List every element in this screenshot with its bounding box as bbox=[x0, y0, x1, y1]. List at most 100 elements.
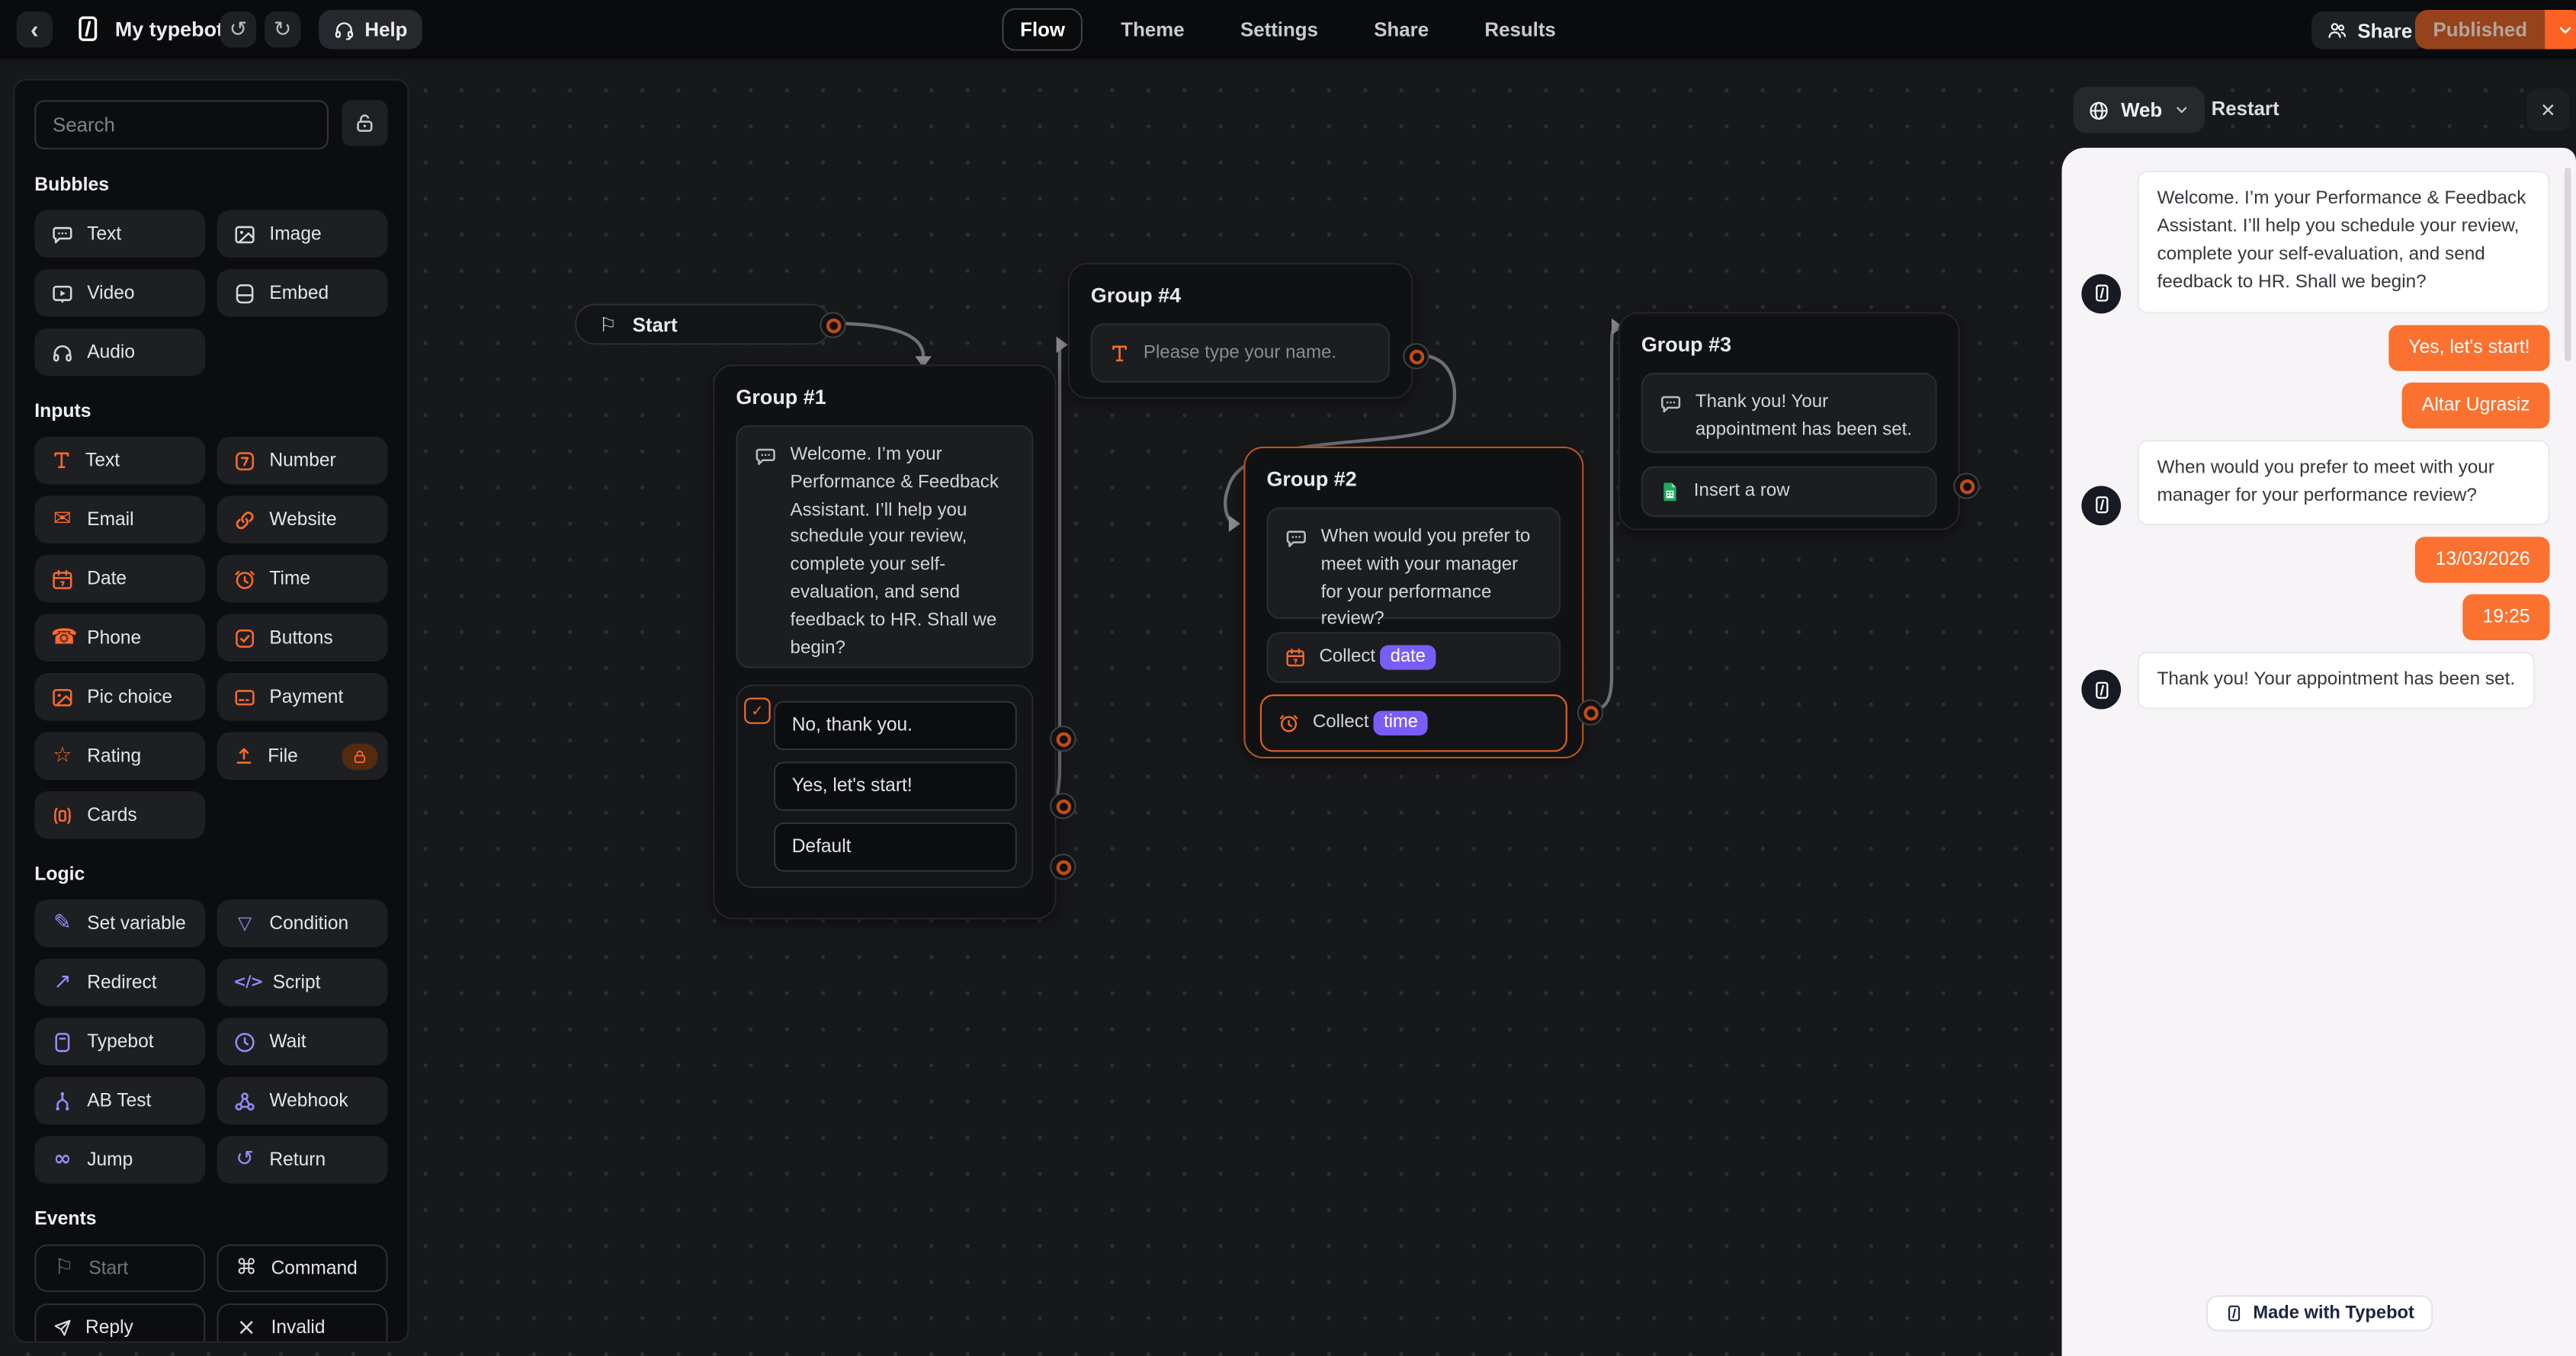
arrow-up-right-icon: ↗ bbox=[53, 970, 72, 995]
workspace-title[interactable]: My typebot bbox=[115, 18, 223, 41]
group-card-1[interactable]: Group #1 Welcome. I’m your Performance &… bbox=[713, 364, 1057, 920]
sidebar-item-phone[interactable]: ☎ Phone bbox=[34, 614, 206, 662]
user-message: 19:25 bbox=[2462, 594, 2550, 640]
group-title: Group #4 bbox=[1090, 284, 1182, 307]
credit-card-icon bbox=[233, 685, 256, 708]
publish-dropdown-button[interactable] bbox=[2545, 9, 2576, 50]
command-icon: ⌘ bbox=[236, 1255, 258, 1281]
sidebar-item-cards[interactable]: Cards bbox=[34, 791, 206, 839]
sidebar-item-webhook[interactable]: Webhook bbox=[217, 1076, 388, 1125]
undo-button[interactable]: ↺ bbox=[220, 11, 257, 48]
start-output-port[interactable] bbox=[820, 312, 846, 338]
sidebar-item-rating[interactable]: ☆ Rating bbox=[34, 732, 206, 781]
sidebar-item-script[interactable]: </> Script bbox=[217, 958, 388, 1007]
share-button[interactable]: Share bbox=[2311, 11, 2427, 50]
date-input-block[interactable]: Collect date bbox=[1266, 632, 1561, 683]
people-icon bbox=[2326, 20, 2347, 41]
group-title: Group #1 bbox=[736, 386, 826, 409]
help-button[interactable]: Help bbox=[319, 9, 422, 50]
typebot-avatar-icon bbox=[2090, 283, 2112, 304]
sidebar-item-email[interactable]: ✉ Email bbox=[34, 495, 206, 543]
tab-theme[interactable]: Theme bbox=[1103, 8, 1203, 51]
jump-icon: ∞ bbox=[53, 1147, 72, 1172]
sidebar-item-website[interactable]: Website bbox=[217, 495, 388, 543]
tab-share[interactable]: Share bbox=[1356, 8, 1447, 51]
search-input[interactable] bbox=[34, 100, 329, 149]
user-message: 13/03/2026 bbox=[2415, 537, 2550, 583]
time-input-block[interactable]: Collect time bbox=[1259, 694, 1567, 752]
sidebar-item-command-event[interactable]: ⌘ Command bbox=[217, 1244, 388, 1293]
choice-item[interactable]: Default bbox=[773, 822, 1017, 872]
group1-option2-port[interactable] bbox=[1050, 793, 1076, 819]
sidebar-item-time[interactable]: Time bbox=[217, 554, 388, 603]
sidebar-item-set-variable[interactable]: ✎ Set variable bbox=[34, 899, 206, 947]
sidebar-item-image[interactable]: Image bbox=[217, 210, 388, 258]
sidebar-item-start-event[interactable]: ⚐ Start bbox=[34, 1244, 206, 1293]
variable-chip-date[interactable]: date bbox=[1380, 645, 1436, 670]
text-bubble-block[interactable]: Thank you! Your appointment has been set… bbox=[1641, 372, 1937, 454]
sidebar-item-return[interactable]: ↺ Return bbox=[217, 1136, 388, 1184]
start-node[interactable]: ⚐ Start bbox=[575, 303, 832, 345]
choice-item[interactable]: No, thank you. bbox=[773, 700, 1017, 751]
text-input-block[interactable]: Please type your name. bbox=[1090, 323, 1391, 383]
sidebar-item-text-input[interactable]: Text bbox=[34, 436, 206, 485]
choice-item[interactable]: Yes, let's start! bbox=[773, 761, 1017, 811]
group3-output-port[interactable] bbox=[1953, 473, 1980, 499]
sidebar-item-wait[interactable]: Wait bbox=[217, 1018, 388, 1066]
group1-option1-port[interactable] bbox=[1050, 725, 1076, 752]
publish-button-group: Published bbox=[2414, 9, 2576, 50]
globe-icon bbox=[2088, 99, 2109, 120]
sidebar-item-video[interactable]: Video bbox=[34, 269, 206, 317]
variable-chip-time[interactable]: time bbox=[1374, 710, 1428, 736]
send-icon bbox=[53, 1317, 72, 1337]
group1-option3-port[interactable] bbox=[1050, 853, 1076, 880]
sheets-action-block[interactable]: Insert a row bbox=[1641, 466, 1937, 518]
group2-output-port[interactable] bbox=[1577, 699, 1604, 726]
sidebar-lock-button[interactable] bbox=[342, 100, 388, 146]
publish-button[interactable]: Published bbox=[2414, 9, 2546, 50]
sidebar-item-buttons[interactable]: Buttons bbox=[217, 614, 388, 662]
sidebar-item-payment[interactable]: Payment bbox=[217, 673, 388, 721]
sidebar-item-file[interactable]: File bbox=[217, 732, 388, 781]
group4-output-port[interactable] bbox=[1403, 343, 1429, 370]
chat-bubble-icon bbox=[1285, 527, 1307, 550]
sidebar-item-reply-event[interactable]: Reply bbox=[34, 1303, 206, 1342]
sidebar-item-pic-choice[interactable]: Pic choice bbox=[34, 673, 206, 721]
back-button[interactable]: ‹ bbox=[16, 11, 53, 48]
redo-button[interactable]: ↻ bbox=[264, 11, 301, 48]
text-bubble-block[interactable]: Welcome. I’m your Performance & Feedback… bbox=[736, 425, 1034, 668]
alarm-clock-icon bbox=[233, 567, 256, 590]
runtime-select[interactable]: Web bbox=[2073, 87, 2205, 133]
made-with-typebot-badge[interactable]: Made with Typebot bbox=[2205, 1295, 2433, 1332]
tab-results[interactable]: Results bbox=[1467, 8, 1574, 51]
sidebar-item-number[interactable]: Number bbox=[217, 436, 388, 485]
sidebar-item-typebot[interactable]: Typebot bbox=[34, 1018, 206, 1066]
buttons-input-block[interactable]: ✓ No, thank you. Yes, let's start! Defau… bbox=[736, 684, 1034, 889]
sidebar-item-embed[interactable]: Embed bbox=[217, 269, 388, 317]
headphones-icon bbox=[51, 341, 74, 364]
bot-message: Thank you! Your appointment has been set… bbox=[2137, 651, 2535, 710]
tab-flow[interactable]: Flow bbox=[1002, 8, 1083, 51]
text-bubble-block[interactable]: When would you prefer to meet with your … bbox=[1266, 507, 1561, 630]
sidebar-item-redirect[interactable]: ↗ Redirect bbox=[34, 958, 206, 1007]
group-card-4[interactable]: Group #4 Please type your name. bbox=[1067, 262, 1413, 399]
publish-label: Published bbox=[2433, 18, 2528, 41]
preview-scrollbar[interactable] bbox=[2564, 167, 2571, 361]
sidebar-item-jump[interactable]: ∞ Jump bbox=[34, 1136, 206, 1184]
sidebar-item-date[interactable]: Date bbox=[34, 554, 206, 603]
section-label-inputs: Inputs bbox=[34, 402, 91, 422]
input-placeholder: Please type your name. bbox=[1143, 342, 1337, 363]
sidebar-item-text-bubble[interactable]: Text bbox=[34, 210, 206, 258]
group-card-2[interactable]: Group #2 When would you prefer to meet w… bbox=[1243, 446, 1584, 759]
chat-bubble-icon bbox=[51, 223, 74, 245]
sidebar-item-audio[interactable]: Audio bbox=[34, 328, 206, 377]
restart-button[interactable]: Restart bbox=[2212, 97, 2279, 120]
tab-settings[interactable]: Settings bbox=[1222, 8, 1336, 51]
top-bar: ‹ My typebot ↺ ↻ Help Flow Theme Setting… bbox=[0, 0, 2576, 61]
redo-icon: ↻ bbox=[273, 17, 292, 42]
close-preview-button[interactable]: × bbox=[2526, 88, 2570, 132]
group-card-3[interactable]: Group #3 Thank you! Your appointment has… bbox=[1618, 312, 1960, 531]
sidebar-item-ab-test[interactable]: AB Test bbox=[34, 1076, 206, 1125]
sidebar-item-invalid-event[interactable]: × Invalid bbox=[217, 1303, 388, 1342]
sidebar-item-condition[interactable]: ▽ Condition bbox=[217, 899, 388, 947]
